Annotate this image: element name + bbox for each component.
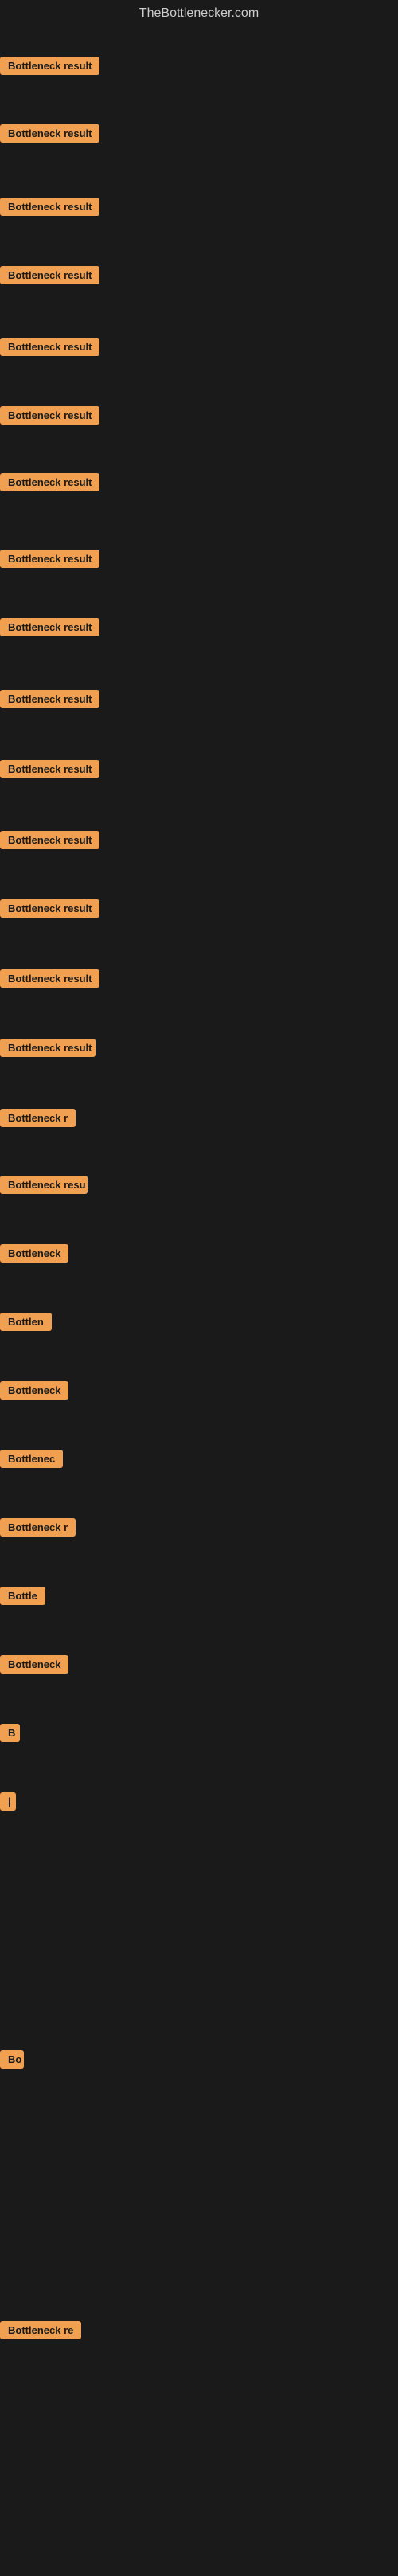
site-title: TheBottlenecker.com (0, 0, 398, 27)
bottleneck-result-item: Bottleneck result (0, 1039, 96, 1061)
bottleneck-badge[interactable]: Bottleneck r (0, 1109, 76, 1127)
bottleneck-result-item: Bottleneck (0, 1244, 68, 1266)
bottleneck-result-item: Bottlen (0, 1313, 52, 1335)
bottleneck-badge[interactable]: Bottleneck result (0, 831, 100, 849)
bottleneck-result-item: Bottleneck result (0, 406, 100, 429)
bottleneck-badge[interactable]: Bottleneck result (0, 266, 100, 284)
bottleneck-result-item: Bottleneck result (0, 198, 100, 220)
bottleneck-badge[interactable]: Bottleneck re (0, 2321, 81, 2339)
bottleneck-badge[interactable]: Bottleneck result (0, 57, 100, 75)
bottleneck-badge[interactable]: Bottleneck result (0, 198, 100, 216)
bottleneck-result-item: Bottle (0, 1587, 45, 1609)
bottleneck-badge[interactable]: | (0, 1792, 16, 1811)
bottleneck-result-item: Bottleneck result (0, 338, 100, 360)
bottleneck-result-item: Bottleneck result (0, 124, 100, 147)
bottleneck-result-item: B (0, 1724, 20, 1746)
bottleneck-badge[interactable]: Bottleneck (0, 1655, 68, 1674)
bottleneck-badge[interactable]: Bottleneck result (0, 124, 100, 143)
bottleneck-badge[interactable]: Bottlen (0, 1313, 52, 1331)
bottleneck-badge[interactable]: Bottle (0, 1587, 45, 1605)
bottleneck-result-item: Bottleneck result (0, 831, 100, 853)
bottleneck-result-item: Bottleneck r (0, 1109, 76, 1131)
bottleneck-badge[interactable]: Bottleneck result (0, 969, 100, 988)
bottleneck-result-item: Bottlenec (0, 1450, 63, 1472)
bottleneck-badge[interactable]: Bottleneck result (0, 1039, 96, 1057)
bottleneck-badge[interactable]: Bottleneck result (0, 550, 100, 568)
bottleneck-badge[interactable]: Bottleneck result (0, 618, 100, 636)
bottleneck-result-item: | (0, 1792, 16, 1815)
bottleneck-result-item: Bottleneck resu (0, 1176, 88, 1198)
bottleneck-badge[interactable]: Bottleneck result (0, 406, 100, 425)
bottleneck-result-item: Bottleneck r (0, 1518, 76, 1541)
bottleneck-badge[interactable]: Bo (0, 2050, 24, 2069)
bottleneck-badge[interactable]: Bottleneck resu (0, 1176, 88, 1194)
bottleneck-result-item: Bottleneck (0, 1655, 68, 1678)
bottleneck-badge[interactable]: Bottleneck (0, 1381, 68, 1400)
bottleneck-result-item: Bottleneck result (0, 57, 100, 79)
bottleneck-badge[interactable]: Bottleneck result (0, 690, 100, 708)
bottleneck-result-item: Bottleneck (0, 1381, 68, 1403)
bottleneck-badge[interactable]: Bottleneck result (0, 338, 100, 356)
bottleneck-badge[interactable]: B (0, 1724, 20, 1742)
bottleneck-result-item: Bottleneck result (0, 690, 100, 712)
bottleneck-result-item: Bottleneck result (0, 760, 100, 782)
bottleneck-result-item: Bottleneck result (0, 266, 100, 288)
bottleneck-badge[interactable]: Bottleneck result (0, 473, 100, 491)
bottleneck-badge[interactable]: Bottleneck r (0, 1518, 76, 1537)
bottleneck-result-item: Bottleneck result (0, 899, 100, 922)
bottleneck-result-item: Bottleneck result (0, 969, 100, 992)
bottleneck-result-item: Bottleneck result (0, 618, 100, 640)
bottleneck-result-item: Bottleneck result (0, 550, 100, 572)
bottleneck-result-item: Bottleneck re (0, 2321, 81, 2343)
bottleneck-badge[interactable]: Bottleneck result (0, 899, 100, 918)
bottleneck-result-item: Bo (0, 2050, 24, 2073)
bottleneck-result-item: Bottleneck result (0, 473, 100, 495)
bottleneck-badge[interactable]: Bottleneck (0, 1244, 68, 1263)
bottleneck-badge[interactable]: Bottleneck result (0, 760, 100, 778)
bottleneck-badge[interactable]: Bottlenec (0, 1450, 63, 1468)
